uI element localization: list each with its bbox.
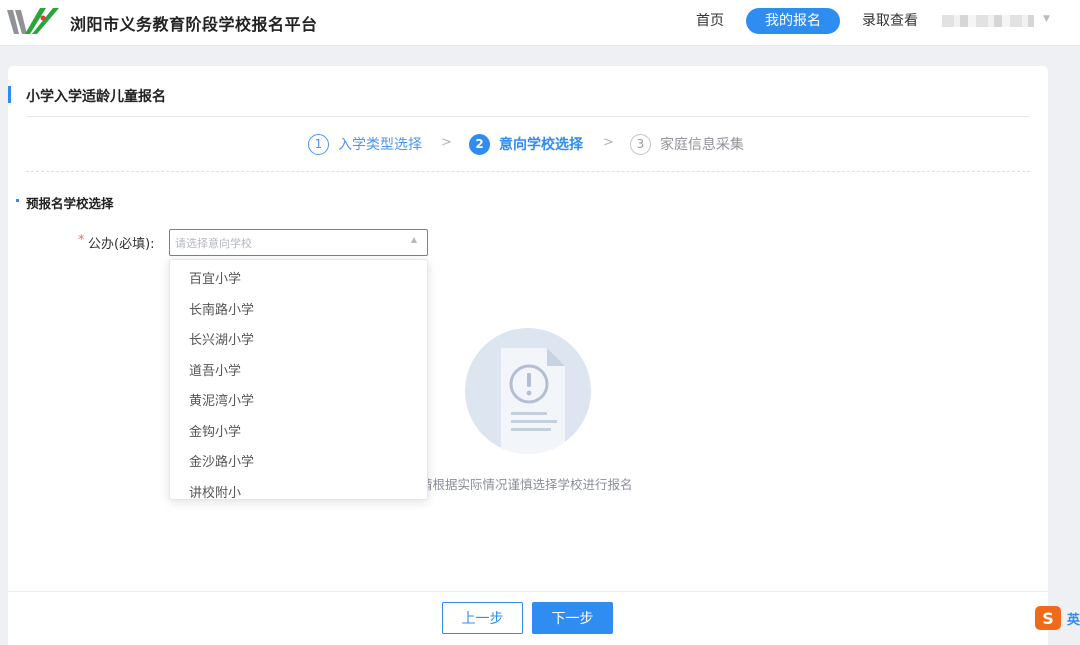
school-option[interactable]: 讲校附小: [170, 479, 427, 500]
top-header: 浏阳市义务教育阶段学校报名平台 首页 我的报名 录取查看 ▼: [0, 0, 1080, 46]
nav-admission-result[interactable]: 录取查看: [862, 8, 918, 34]
step-number: 1: [308, 133, 329, 155]
step-label: 意向学校选择: [499, 137, 583, 153]
empty-state-hint: 请根据实际情况谨慎选择学校进行报名: [420, 477, 633, 492]
nav-home[interactable]: 首页: [696, 8, 724, 34]
school-option[interactable]: 长南路小学: [170, 296, 427, 327]
ime-mode-label[interactable]: 英: [1067, 609, 1080, 628]
chevron-right-icon: >: [603, 135, 614, 150]
step-label: 入学类型选择: [338, 137, 422, 153]
document-warning-illustration: [465, 328, 591, 454]
public-school-label: 公办(必填):: [88, 237, 155, 252]
step-label: 家庭信息采集: [660, 137, 744, 153]
required-mark: *: [78, 233, 85, 248]
document-alert-icon: [501, 348, 565, 454]
section-marker: [16, 199, 19, 202]
school-option[interactable]: 金钩小学: [170, 418, 427, 449]
site-title: 浏阳市义务教育阶段学校报名平台: [70, 15, 318, 34]
section-title: 预报名学校选择: [26, 196, 114, 211]
step-family-info: 3 家庭信息采集: [630, 133, 744, 155]
previous-step-button[interactable]: 上一步: [442, 602, 523, 634]
step-number: 2: [469, 133, 490, 155]
sogou-ime-icon[interactable]: S: [1035, 606, 1061, 630]
steps-divider: [26, 171, 1030, 172]
step-enrollment-type: 1 入学类型选择: [308, 133, 422, 155]
school-option[interactable]: 道吾小学: [170, 357, 427, 388]
school-select[interactable]: 请选择意向学校 ▲: [169, 229, 428, 256]
school-option[interactable]: 长兴湖小学: [170, 326, 427, 357]
ime-indicator[interactable]: S 英: [1035, 605, 1080, 631]
title-accent-bar: [8, 86, 11, 103]
user-name-blurred[interactable]: [942, 15, 1034, 27]
next-step-button[interactable]: 下一步: [532, 602, 613, 634]
school-dropdown[interactable]: 百宜小学 长南路小学 长兴湖小学 道吾小学 黄泥湾小学 金钩小学 金沙路小学 讲…: [169, 259, 428, 500]
school-option[interactable]: 金沙路小学: [170, 448, 427, 479]
step-school-selection: 2 意向学校选择: [469, 133, 583, 155]
platform-logo: [7, 8, 59, 34]
school-option[interactable]: 百宜小学: [170, 265, 427, 296]
school-option-list: 百宜小学 长南路小学 长兴湖小学 道吾小学 黄泥湾小学 金钩小学 金沙路小学 讲…: [170, 260, 427, 500]
chevron-down-icon[interactable]: ▼: [1043, 14, 1050, 24]
footer-divider: [8, 591, 1048, 592]
page-title: 小学入学适龄儿童报名: [26, 89, 166, 105]
school-select-placeholder[interactable]: 请选择意向学校: [175, 235, 252, 251]
nav-my-registration[interactable]: 我的报名: [746, 8, 840, 34]
registration-card: 小学入学适龄儿童报名 1 入学类型选择 > 2 意向学校选择 > 3 家庭信息采…: [8, 66, 1048, 645]
chevron-up-icon[interactable]: ▲: [411, 235, 417, 244]
chevron-right-icon: >: [441, 135, 452, 150]
school-option[interactable]: 黄泥湾小学: [170, 387, 427, 418]
title-divider: [26, 116, 1030, 117]
step-number: 3: [630, 133, 651, 155]
